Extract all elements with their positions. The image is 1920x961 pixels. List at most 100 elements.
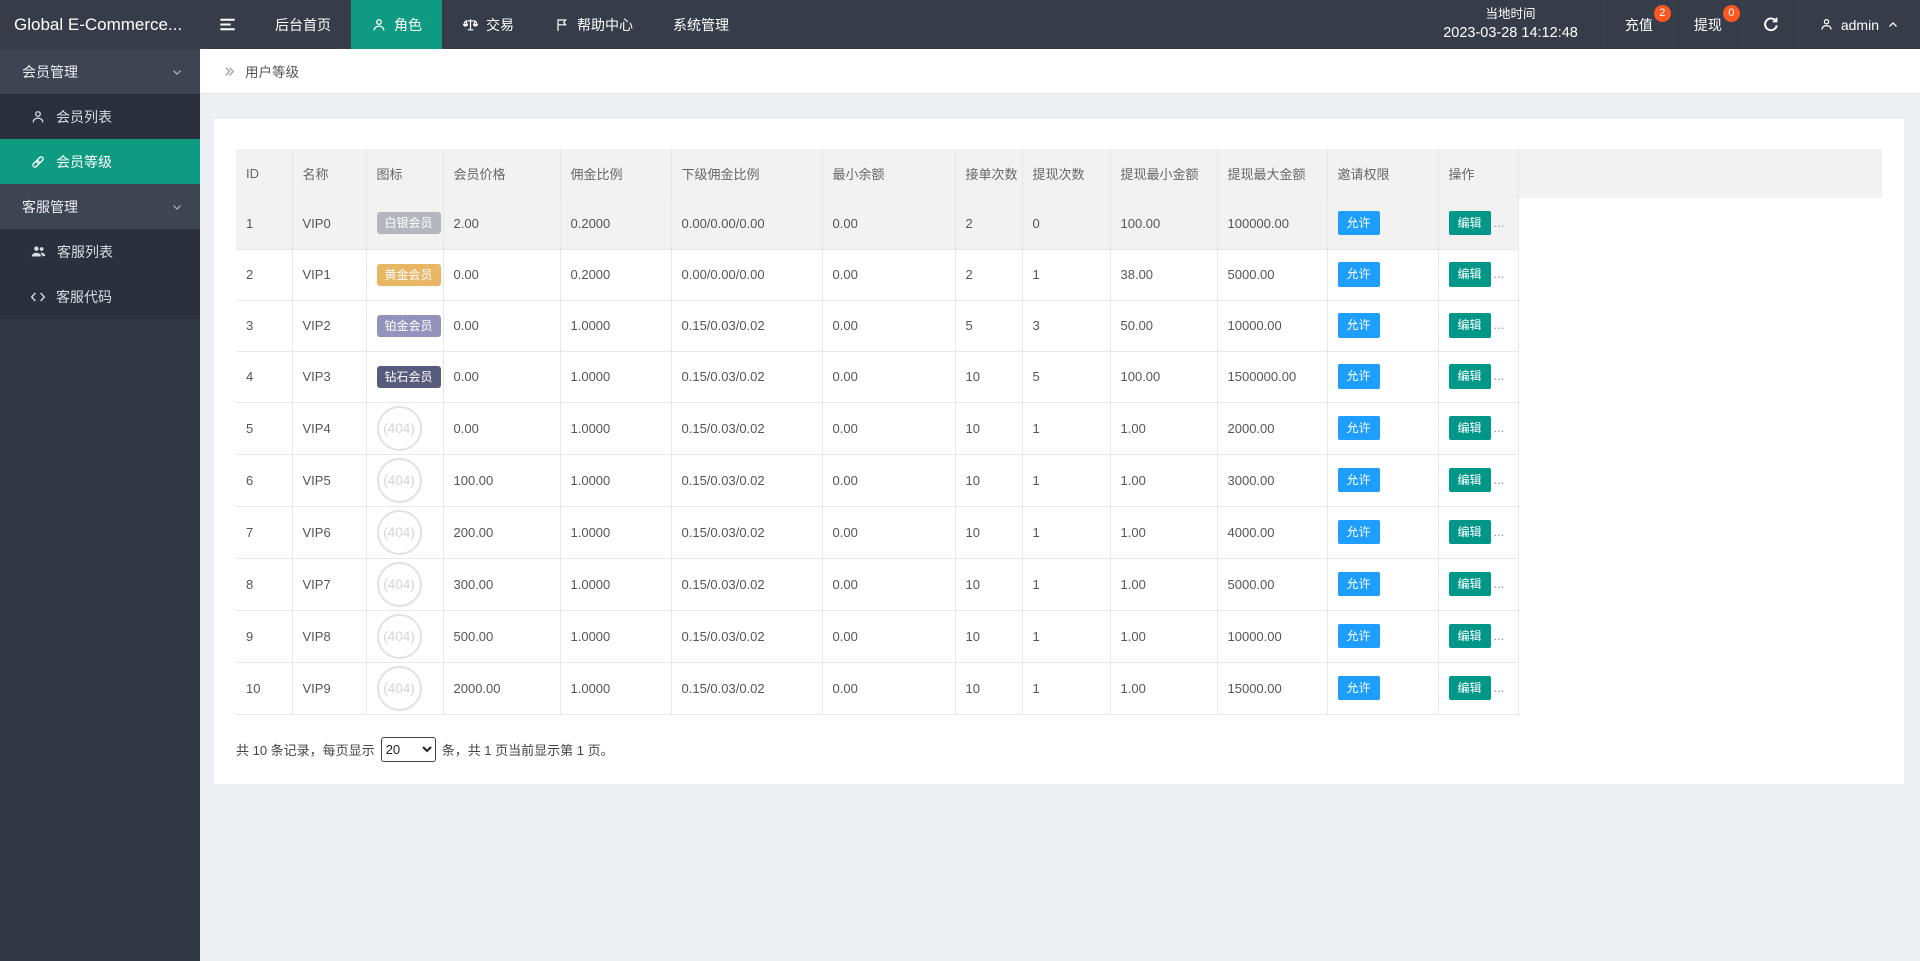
- chevron-up-icon: [1889, 21, 1897, 27]
- hamburger-menu-button[interactable]: [200, 0, 255, 49]
- allow-invite-button[interactable]: 允许: [1337, 211, 1380, 236]
- column-header: 最小余额: [822, 149, 956, 198]
- nav-item-roles[interactable]: 角色: [351, 0, 442, 49]
- row-icon-cell: 钻石会员: [366, 351, 444, 403]
- sidebar-group-label: 客服管理: [22, 198, 78, 215]
- row-price: 0.00: [443, 351, 561, 403]
- row-min-balance: 0.00: [822, 300, 956, 352]
- allow-invite-button[interactable]: 允许: [1337, 262, 1380, 287]
- column-header: 操作: [1438, 149, 1519, 198]
- row-actions-cell: 编辑...: [1438, 506, 1519, 559]
- edit-button[interactable]: 编辑: [1448, 571, 1491, 597]
- row-name: VIP9: [292, 662, 367, 715]
- edit-button[interactable]: 编辑: [1448, 415, 1491, 441]
- recharge-button[interactable]: 充值 2: [1603, 0, 1673, 49]
- row-name: VIP0: [292, 198, 367, 250]
- row-withdraw-max: 5000.00: [1217, 558, 1328, 611]
- allow-invite-button[interactable]: 允许: [1337, 571, 1380, 597]
- edit-button[interactable]: 编辑: [1448, 675, 1491, 701]
- level-badge: 黄金会员: [376, 263, 441, 286]
- sidebar-item-label: 会员列表: [56, 108, 112, 125]
- more-actions-ellipsis: ...: [1493, 419, 1505, 435]
- row-actions-cell: 编辑...: [1438, 249, 1519, 301]
- sidebar-item-service-code[interactable]: 客服代码: [0, 274, 200, 319]
- allow-invite-button[interactable]: 允许: [1337, 364, 1380, 389]
- chevron-down-icon: [173, 204, 181, 210]
- row-min-balance: 0.00: [822, 402, 956, 455]
- double-chevron-right-icon: [225, 66, 235, 76]
- sidebar-group-service-management[interactable]: 客服管理: [0, 184, 200, 229]
- row-icon-cell: (404): [366, 506, 444, 559]
- sidebar-group-member-management[interactable]: 会员管理: [0, 49, 200, 94]
- row-filler-cell: [1518, 198, 1882, 249]
- allow-invite-button[interactable]: 允许: [1337, 675, 1380, 701]
- sidebar-item-service-list[interactable]: 客服列表: [0, 229, 200, 274]
- row-withdraw-max: 10000.00: [1217, 610, 1328, 663]
- nav-item-label: 后台首页: [275, 16, 331, 33]
- row-invite-cell: 允许: [1327, 558, 1439, 611]
- row-commission: 1.0000: [560, 662, 672, 715]
- allow-invite-button[interactable]: 允许: [1337, 415, 1380, 441]
- edit-button[interactable]: 编辑: [1448, 211, 1491, 236]
- row-withdraw-times: 1: [1022, 558, 1111, 611]
- nav-item-trade[interactable]: 交易: [442, 0, 534, 49]
- column-header: 佣金比例: [560, 149, 672, 198]
- row-icon-cell: (404): [366, 454, 444, 507]
- allow-invite-button[interactable]: 允许: [1337, 623, 1380, 649]
- table-row: 3 VIP2 铂金会员 0.00 1.0000 0.15/0.03/0.02 0.00 5 3 5…: [236, 300, 1882, 352]
- nav-item-label: 系统管理: [673, 16, 729, 33]
- row-withdraw-times: 1: [1022, 506, 1111, 559]
- chevron-down-icon: [173, 69, 181, 75]
- withdraw-button[interactable]: 提现 0: [1672, 0, 1742, 49]
- row-invite-cell: 允许: [1327, 454, 1439, 507]
- edit-button[interactable]: 编辑: [1448, 262, 1491, 287]
- row-orders: 10: [955, 351, 1023, 403]
- row-withdraw-times: 1: [1022, 249, 1111, 301]
- row-name: VIP7: [292, 558, 367, 611]
- page-size-select[interactable]: 20: [380, 736, 436, 762]
- row-withdraw-max: 10000.00: [1217, 300, 1328, 352]
- nav-item-dashboard[interactable]: 后台首页: [255, 0, 351, 49]
- row-filler-cell: [1518, 610, 1882, 662]
- row-withdraw-min: 1.00: [1110, 506, 1218, 559]
- table-row: 1 VIP0 白银会员 2.00 0.2000 0.00/0.00/0.00 0.00 2 0 1…: [236, 198, 1882, 250]
- row-filler-cell: [1518, 558, 1882, 610]
- edit-button[interactable]: 编辑: [1448, 364, 1491, 389]
- edit-button[interactable]: 编辑: [1448, 467, 1491, 493]
- user-avatar-icon: [1821, 18, 1832, 30]
- row-actions-cell: 编辑...: [1438, 351, 1519, 403]
- sidebar-item-member-level[interactable]: 会员等级: [0, 139, 200, 184]
- refresh-button[interactable]: [1741, 0, 1798, 49]
- edit-button[interactable]: 编辑: [1448, 623, 1491, 649]
- user-menu[interactable]: admin: [1797, 0, 1920, 49]
- row-actions-cell: 编辑...: [1438, 662, 1519, 715]
- more-actions-ellipsis: ...: [1493, 575, 1505, 591]
- row-price: 500.00: [443, 610, 561, 663]
- row-commission: 0.2000: [560, 249, 672, 301]
- broken-image-404-placeholder: (404): [376, 665, 422, 711]
- allow-invite-button[interactable]: 允许: [1337, 519, 1380, 545]
- table-row: 6 VIP5 (404) 100.00 1.0000 0.15/0.03/0.02 0.00…: [236, 454, 1882, 507]
- sidebar-item-member-list[interactable]: 会员列表: [0, 94, 200, 139]
- column-header: 提现最大金额: [1217, 149, 1328, 198]
- nav-item-system[interactable]: 系统管理: [653, 0, 749, 49]
- row-id: 3: [236, 300, 293, 352]
- row-commission: 1.0000: [560, 402, 672, 455]
- row-id: 6: [236, 454, 293, 507]
- row-withdraw-min: 50.00: [1110, 300, 1218, 352]
- sidebar: 会员管理 会员列表 会员等级 客服管理 客服列表 客服代码: [0, 49, 200, 961]
- row-actions-cell: 编辑...: [1438, 454, 1519, 507]
- row-commission: 1.0000: [560, 610, 672, 663]
- row-commission: 0.2000: [560, 198, 672, 250]
- allow-invite-button[interactable]: 允许: [1337, 467, 1380, 493]
- person-icon: [373, 18, 385, 30]
- edit-button[interactable]: 编辑: [1448, 519, 1491, 545]
- edit-button[interactable]: 编辑: [1448, 313, 1491, 338]
- row-withdraw-min: 1.00: [1110, 558, 1218, 611]
- allow-invite-button[interactable]: 允许: [1337, 313, 1380, 338]
- app-logo: Global E-Commerce...: [14, 15, 183, 34]
- more-actions-ellipsis: ...: [1493, 523, 1505, 539]
- row-orders: 10: [955, 506, 1023, 559]
- nav-item-help-center[interactable]: 帮助中心: [534, 0, 653, 49]
- column-header: 图标: [366, 149, 444, 198]
